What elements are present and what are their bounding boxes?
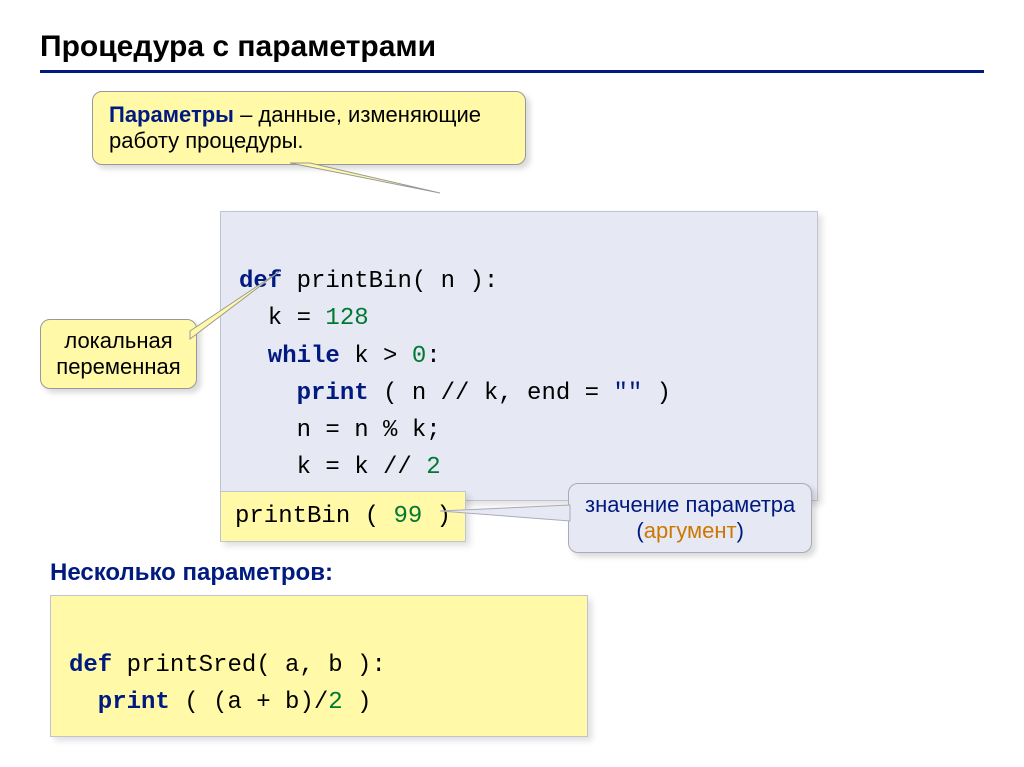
code-l3c: : <box>426 343 440 370</box>
code-l5: n = n % k; <box>239 417 441 444</box>
code-call-a: printBin ( <box>235 503 393 530</box>
content-area: Параметры – данные, изменяющие работу пр… <box>40 91 984 741</box>
callout-parameters: Параметры – данные, изменяющие работу пр… <box>92 91 526 165</box>
kw-print2: print <box>69 689 170 716</box>
code-l4s: "" <box>613 380 642 407</box>
code-multi: def printSred( a, b ): print ( (a + b)/2… <box>50 595 588 737</box>
callout-argvalue: значение параметра (аргумент) <box>568 483 812 553</box>
pointer-argvalue <box>440 499 580 529</box>
pointer-params <box>290 163 470 203</box>
code-multi-l2n: 2 <box>328 689 342 716</box>
argvalue-arg: аргумент <box>644 518 737 543</box>
kw-print: print <box>239 380 369 407</box>
kw-def2: def <box>69 652 112 679</box>
code-call-n: 99 <box>393 503 422 530</box>
code-l6n: 2 <box>426 454 440 481</box>
code-l1b: printBin( n ): <box>282 268 498 295</box>
code-multi-l1b: printSred( a, b ): <box>112 652 386 679</box>
callout-localvar: локальная переменная <box>40 319 197 389</box>
slide-title: Процедура с параметрами <box>40 30 984 73</box>
kw-while: while <box>239 343 340 370</box>
code-l6a: k = k // <box>239 454 426 481</box>
pointer-localvar <box>190 271 290 341</box>
code-multi-l2b: ( (a + b)/ <box>170 689 328 716</box>
code-main: def printBin( n ): k = 128 while k > 0: … <box>220 211 818 501</box>
subheading-multi: Несколько параметров: <box>50 559 333 587</box>
argvalue-close: ) <box>737 518 744 543</box>
code-l2n: 128 <box>325 305 368 332</box>
code-l4c: ) <box>642 380 671 407</box>
term-parameters: Параметры <box>109 102 234 127</box>
argvalue-open: ( <box>636 518 643 543</box>
code-l3b: k > <box>340 343 412 370</box>
argvalue-line1: значение параметра <box>585 492 795 517</box>
code-call: printBin ( 99 ) <box>220 491 466 542</box>
code-l4b: ( n // k, end = <box>369 380 614 407</box>
code-multi-l2c: ) <box>343 689 372 716</box>
code-l3n: 0 <box>412 343 426 370</box>
